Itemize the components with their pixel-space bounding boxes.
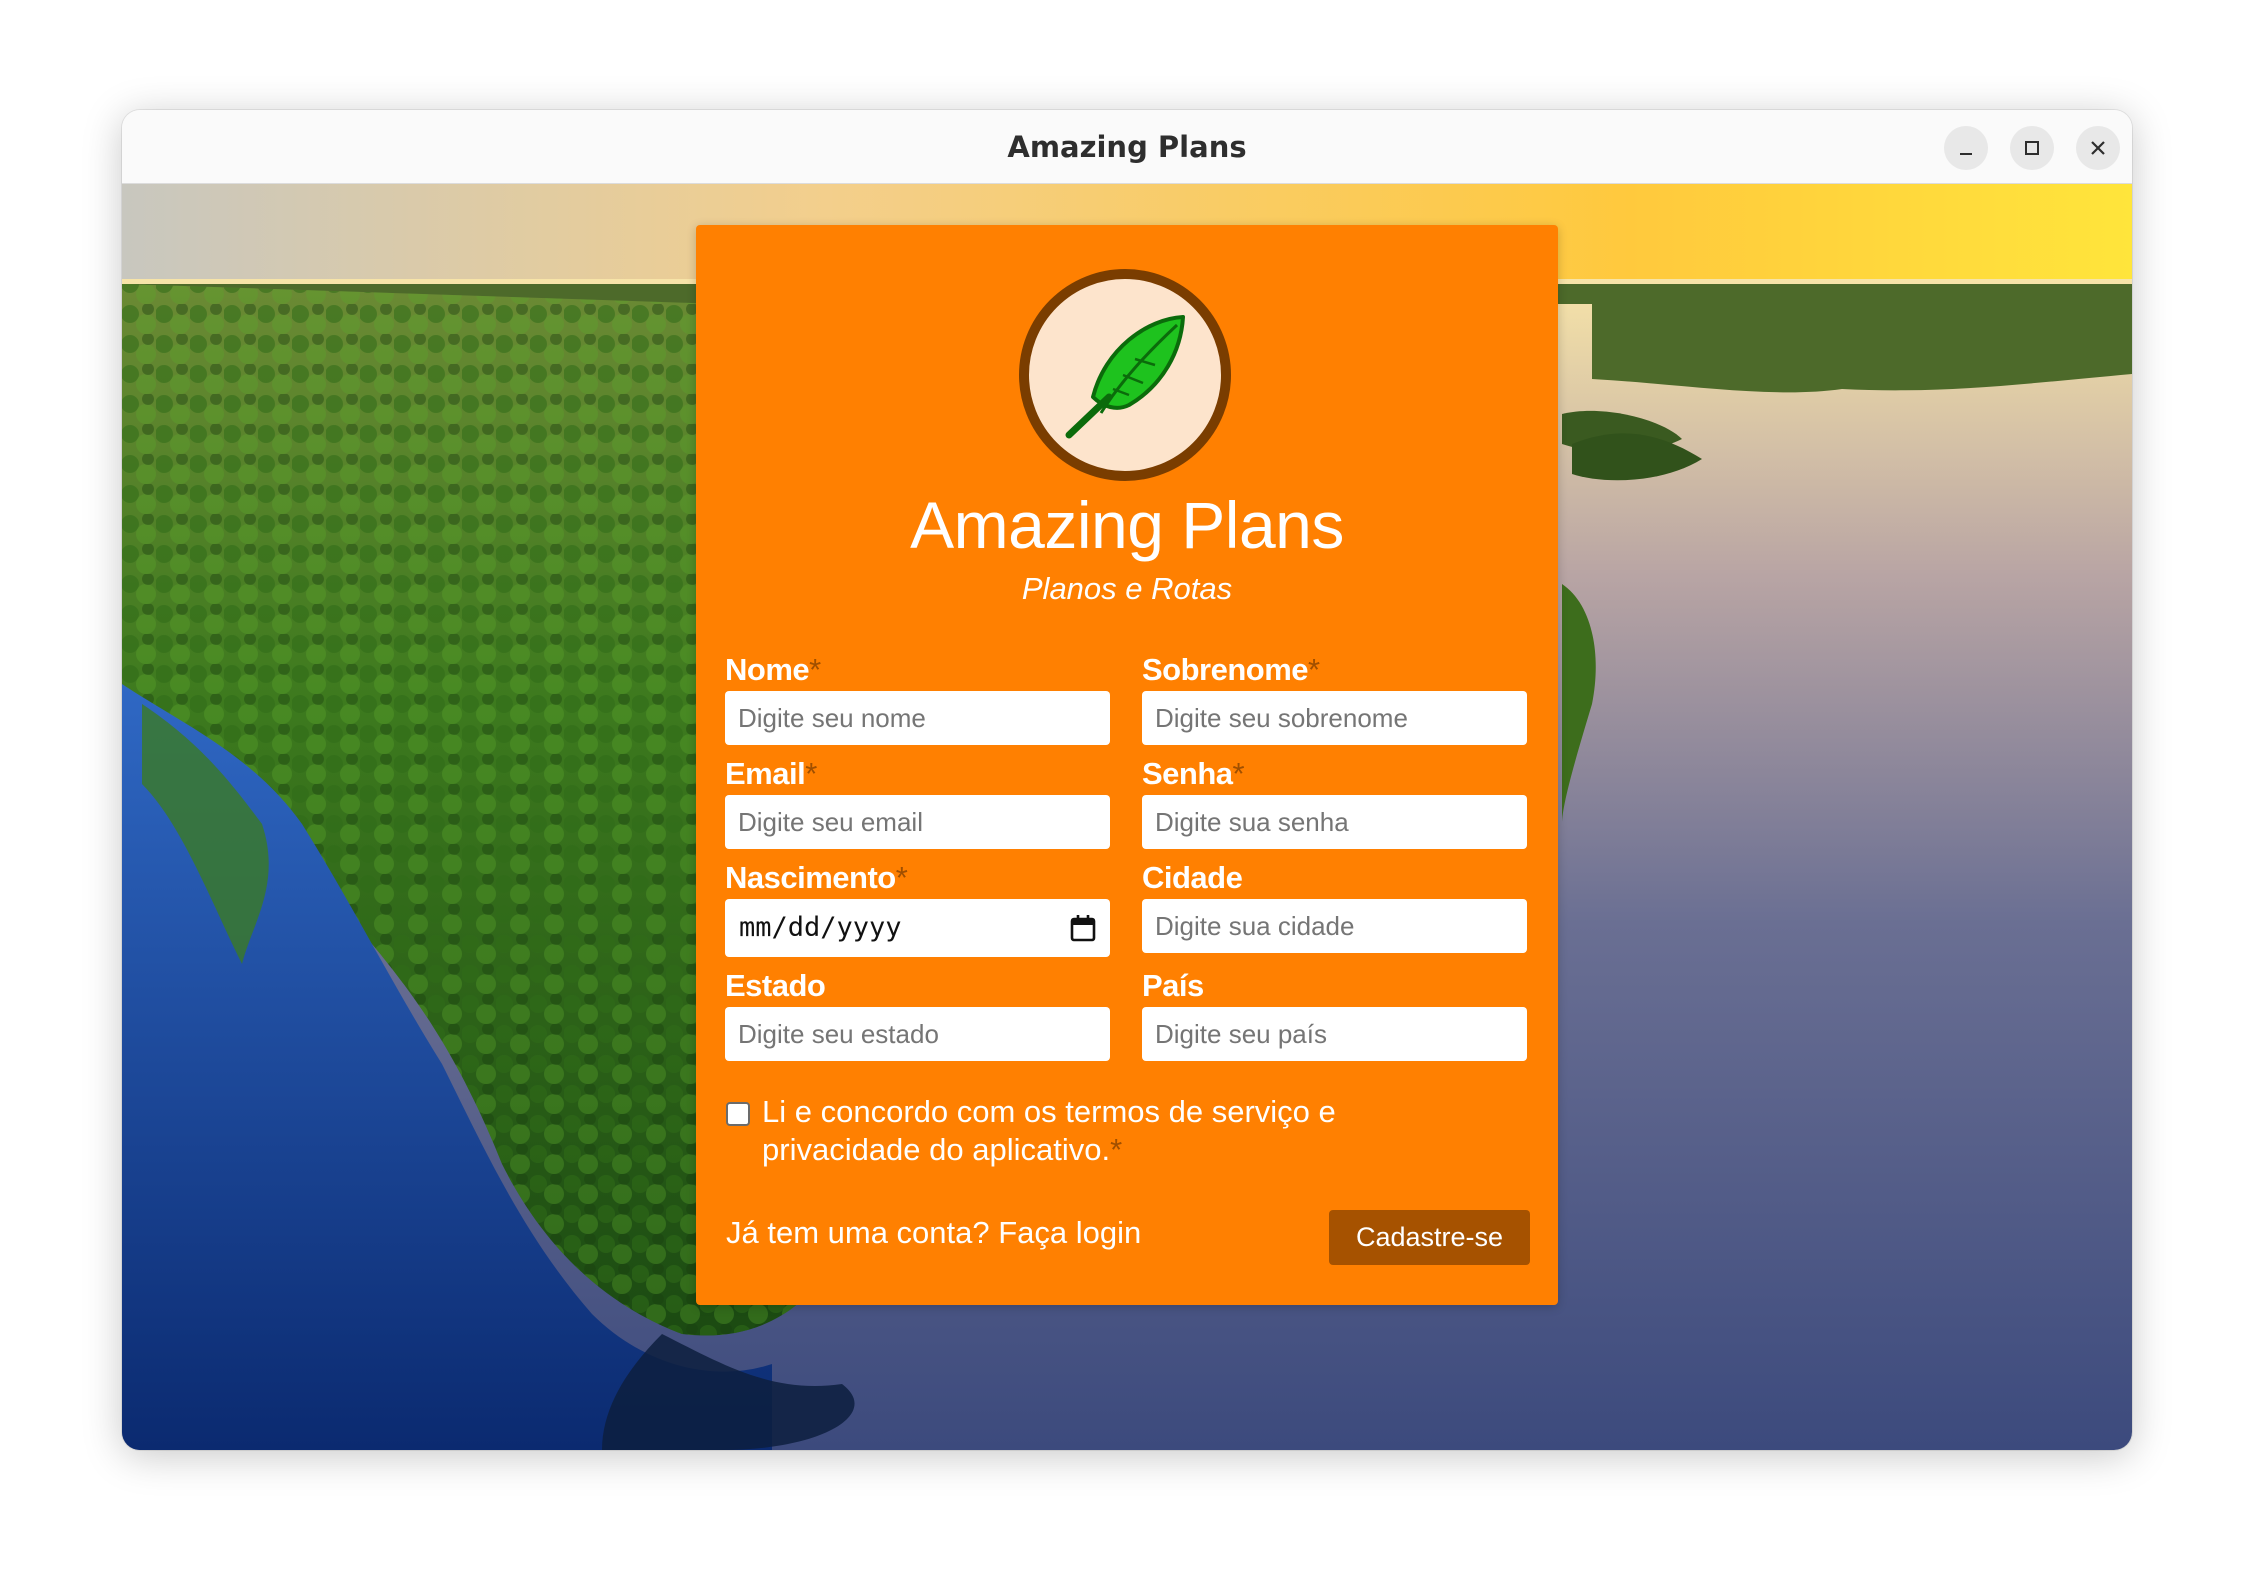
content-area: Amazing Plans Planos e Rotas Nome* Sobre… [122, 184, 2132, 1450]
required-mark: * [895, 860, 908, 895]
email-input[interactable] [725, 795, 1110, 849]
pais-input[interactable] [1142, 1007, 1527, 1061]
date-value: mm/dd/yyyy [739, 912, 902, 943]
nome-label: Nome* [725, 652, 821, 687]
estado-input[interactable] [725, 1007, 1110, 1061]
minimize-icon [1960, 153, 1972, 155]
senha-input[interactable] [1142, 795, 1527, 849]
terms-checkbox[interactable] [726, 1102, 750, 1126]
cidade-input[interactable] [1142, 899, 1527, 953]
pais-label: País [1142, 968, 1204, 1003]
required-mark: * [809, 652, 821, 687]
email-label: Email* [725, 756, 817, 791]
nome-input[interactable] [725, 691, 1110, 745]
estado-label: Estado [725, 968, 826, 1003]
maximize-button[interactable] [2010, 126, 2054, 170]
cidade-label: Cidade [1142, 860, 1243, 895]
brand-subtitle: Planos e Rotas [1021, 571, 1233, 606]
calendar-icon[interactable] [1070, 914, 1096, 942]
senha-label: Senha* [1142, 756, 1245, 791]
required-mark: * [1232, 756, 1245, 791]
nascimento-date-input[interactable]: mm/dd/yyyy [725, 899, 1110, 957]
title-bar: Amazing Plans [122, 110, 2132, 184]
close-icon [2091, 141, 2105, 155]
login-link[interactable]: Já tem uma conta? Faça login [726, 1215, 1141, 1251]
signup-card: Amazing Plans Planos e Rotas Nome* Sobre… [696, 225, 1558, 1305]
sobrenome-label: Sobrenome* [1142, 652, 1320, 687]
app-window: Amazing Plans Amazing Plans Planos e Rot… [122, 110, 2132, 1450]
terms-label[interactable]: Li e concordo com os termos de serviço e… [762, 1093, 1462, 1169]
required-mark: * [1110, 1132, 1123, 1167]
close-button[interactable] [2076, 126, 2120, 170]
maximize-icon [2025, 141, 2039, 155]
sobrenome-input[interactable] [1142, 691, 1527, 745]
window-title: Amazing Plans [1007, 130, 1247, 164]
required-mark: * [1308, 652, 1320, 687]
brand-title: Amazing Plans [910, 488, 1344, 562]
signup-button[interactable]: Cadastre-se [1329, 1210, 1530, 1265]
required-mark: * [805, 756, 817, 791]
app-logo [1019, 269, 1231, 481]
nascimento-label: Nascimento* [725, 860, 908, 895]
minimize-button[interactable] [1944, 126, 1988, 170]
